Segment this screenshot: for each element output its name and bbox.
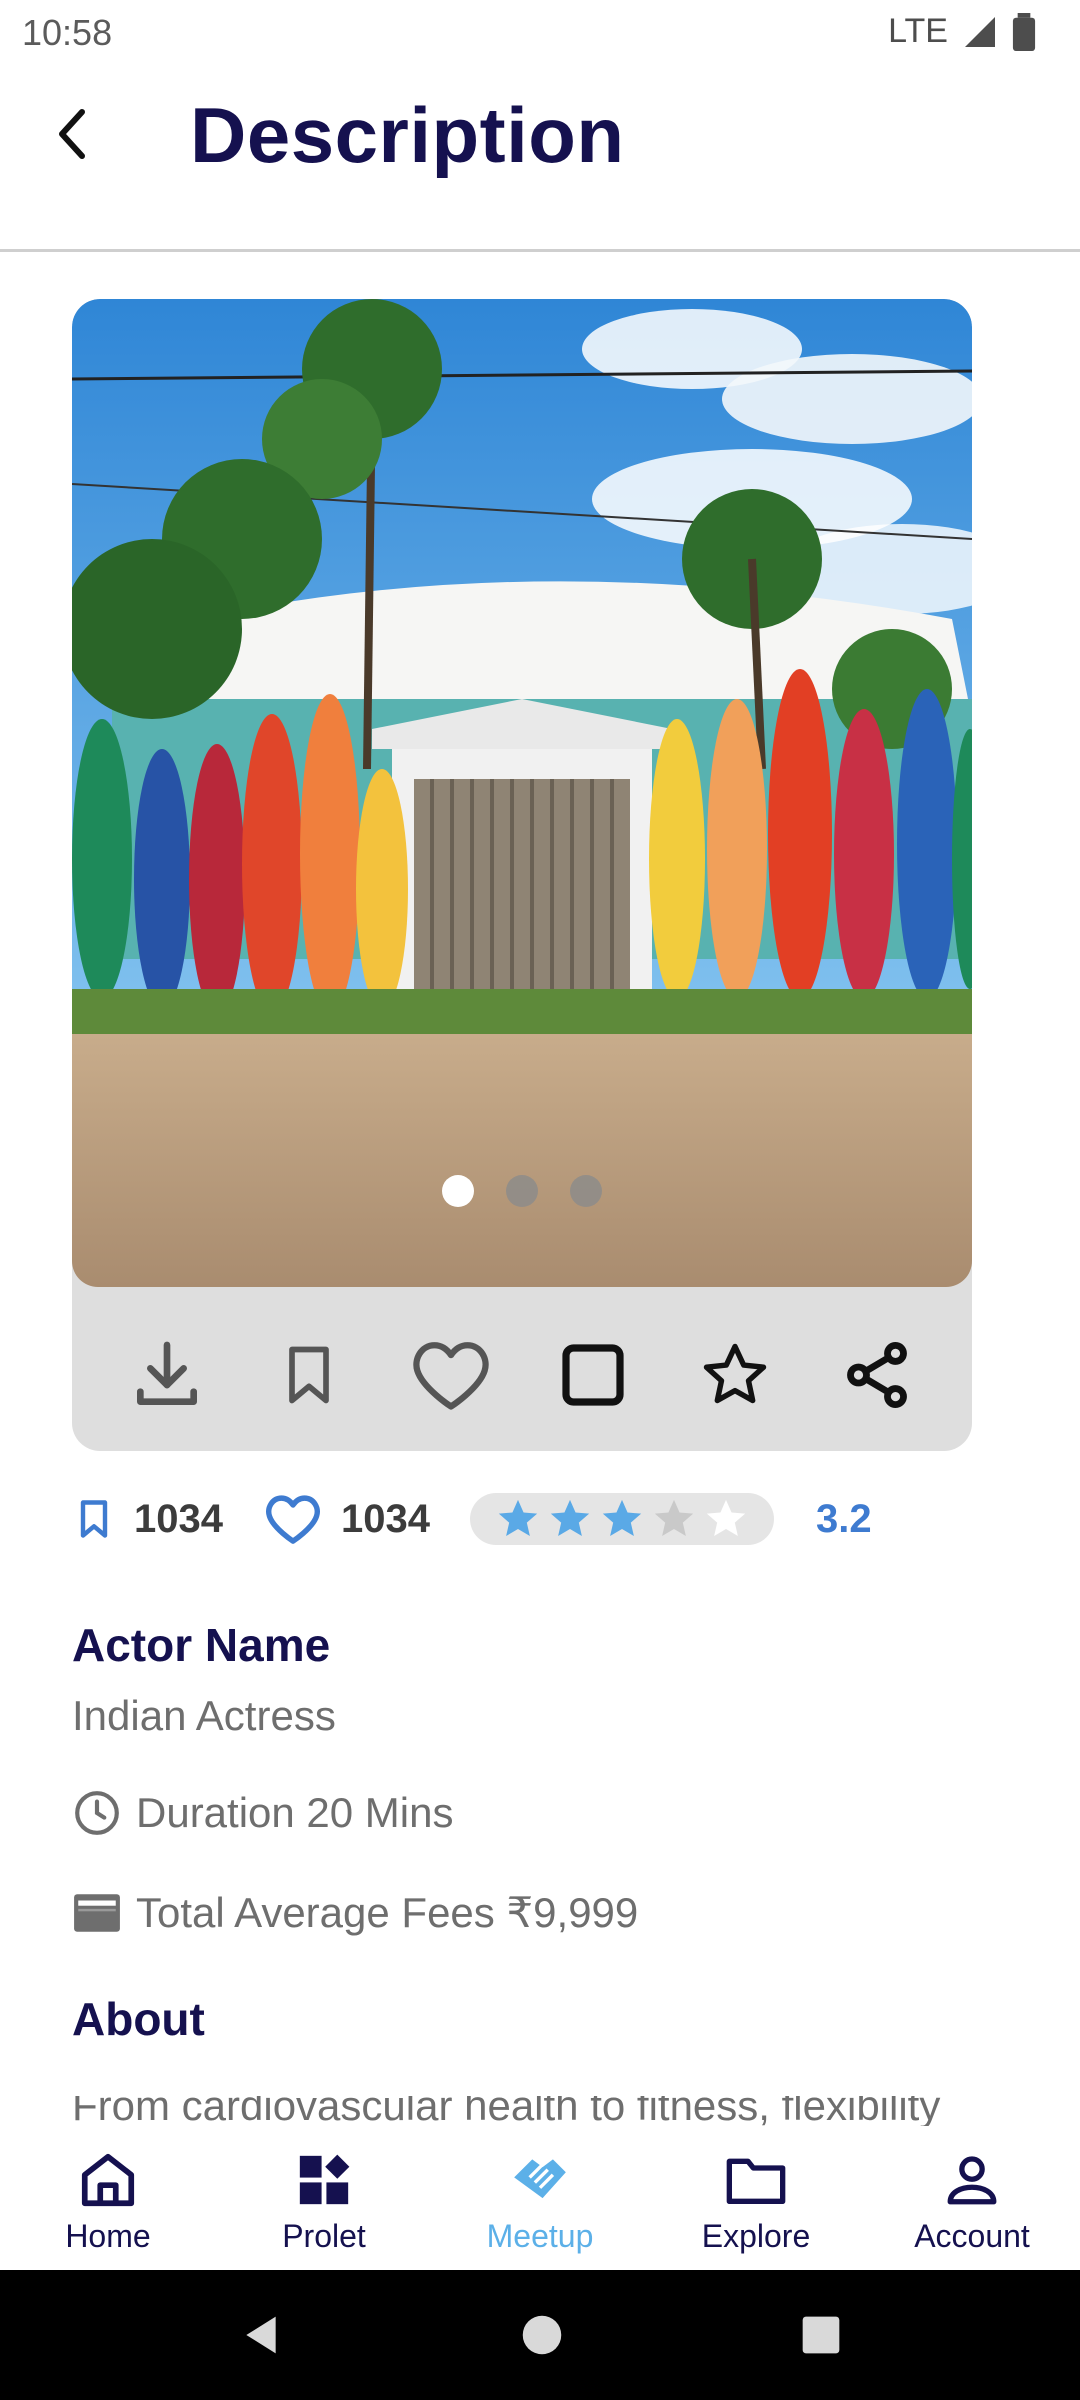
carousel-dot[interactable] <box>570 1175 602 1207</box>
square-icon <box>562 1344 624 1406</box>
bottom-navigation: Home Prolet Meetup Explore Account <box>0 2130 1080 2270</box>
download-icon <box>137 1341 198 1405</box>
media-card <box>72 299 972 1451</box>
back-button[interactable] <box>48 98 98 170</box>
duration-text: Duration 20 Mins <box>136 1789 454 1836</box>
rate-button[interactable] <box>690 1330 780 1420</box>
carousel-image[interactable] <box>72 299 972 1287</box>
nav-account[interactable]: Account <box>864 2130 1080 2270</box>
bookmark-button[interactable] <box>264 1330 354 1420</box>
system-back-icon[interactable] <box>239 2313 283 2357</box>
like-count: 1034 <box>263 1492 430 1546</box>
like-button[interactable] <box>406 1330 496 1420</box>
share-button[interactable] <box>832 1330 922 1420</box>
nav-explore[interactable]: Explore <box>648 2130 864 2270</box>
stats-row: 1034 1034 3.2 <box>72 1488 872 1550</box>
nav-meetup[interactable]: Meetup <box>432 2130 648 2270</box>
folder-icon <box>726 2158 786 2204</box>
system-home-icon[interactable] <box>521 2314 563 2356</box>
bookmark-count: 1034 <box>72 1494 223 1544</box>
fees-row: Total Average Fees ₹9,999 <box>72 1888 638 1937</box>
chevron-left-icon <box>59 109 85 159</box>
nav-account-label: Account <box>914 2218 1030 2254</box>
rating-star-icon <box>550 1499 590 1537</box>
duration-row: Duration 20 Mins <box>72 1788 453 1838</box>
person-icon <box>947 2156 997 2205</box>
status-indicators: LTE <box>888 12 1036 51</box>
rating-stars[interactable] <box>469 1493 774 1545</box>
nav-meetup-label: Meetup <box>486 2218 594 2254</box>
dashboard-icon <box>299 2154 350 2205</box>
heart-icon <box>413 1342 489 1410</box>
nav-home[interactable]: Home <box>0 2130 216 2270</box>
surfboards-photo <box>72 299 972 1287</box>
bookmark-outline-icon <box>80 1500 108 1538</box>
handshake-icon <box>514 2159 566 2199</box>
status-time: 10:58 <box>22 12 113 53</box>
signal-icon <box>965 16 995 47</box>
system-recents-icon[interactable] <box>801 2315 841 2355</box>
page-title: Description <box>190 91 625 179</box>
battery-icon <box>1012 12 1036 51</box>
actor-name: Actor Name <box>72 1619 331 1671</box>
bookmark-icon <box>289 1346 329 1404</box>
carousel-dot[interactable] <box>506 1175 538 1207</box>
rating-star-icon <box>498 1499 538 1537</box>
about-text: From cardiovascular health to fitness, f… <box>72 2096 941 2126</box>
rating-star-icon <box>654 1499 694 1537</box>
heart-outline-icon <box>266 1495 320 1544</box>
nav-home-label: Home <box>65 2218 151 2254</box>
actor-subtitle: Indian Actress <box>72 1692 336 1739</box>
share-icon <box>847 1342 907 1408</box>
nav-prolet[interactable]: Prolet <box>216 2130 432 2270</box>
clock-icon <box>75 1791 119 1835</box>
nav-prolet-label: Prolet <box>282 2218 366 2254</box>
about-heading: About <box>72 1993 205 2045</box>
carousel-dot[interactable] <box>442 1175 474 1207</box>
star-icon <box>703 1343 767 1404</box>
download-button[interactable] <box>122 1330 212 1420</box>
fees-text: Total Average Fees ₹9,999 <box>136 1889 639 1936</box>
carousel-indicator <box>72 1175 972 1207</box>
action-bar <box>72 1299 972 1451</box>
home-icon <box>81 2153 135 2207</box>
nav-explore-label: Explore <box>701 2218 811 2254</box>
rating-value: 3.2 <box>815 1496 872 1541</box>
rating-star-icon <box>706 1499 746 1537</box>
wallet-icon <box>74 1893 120 1932</box>
rating-star-icon <box>602 1499 642 1537</box>
select-button[interactable] <box>548 1330 638 1420</box>
bookmark-count-value: 1034 <box>134 1496 223 1541</box>
system-navigation-bar <box>0 2270 1080 2400</box>
like-count-value: 1034 <box>340 1496 430 1541</box>
header-divider <box>0 249 1080 252</box>
network-type: LTE <box>888 12 948 50</box>
